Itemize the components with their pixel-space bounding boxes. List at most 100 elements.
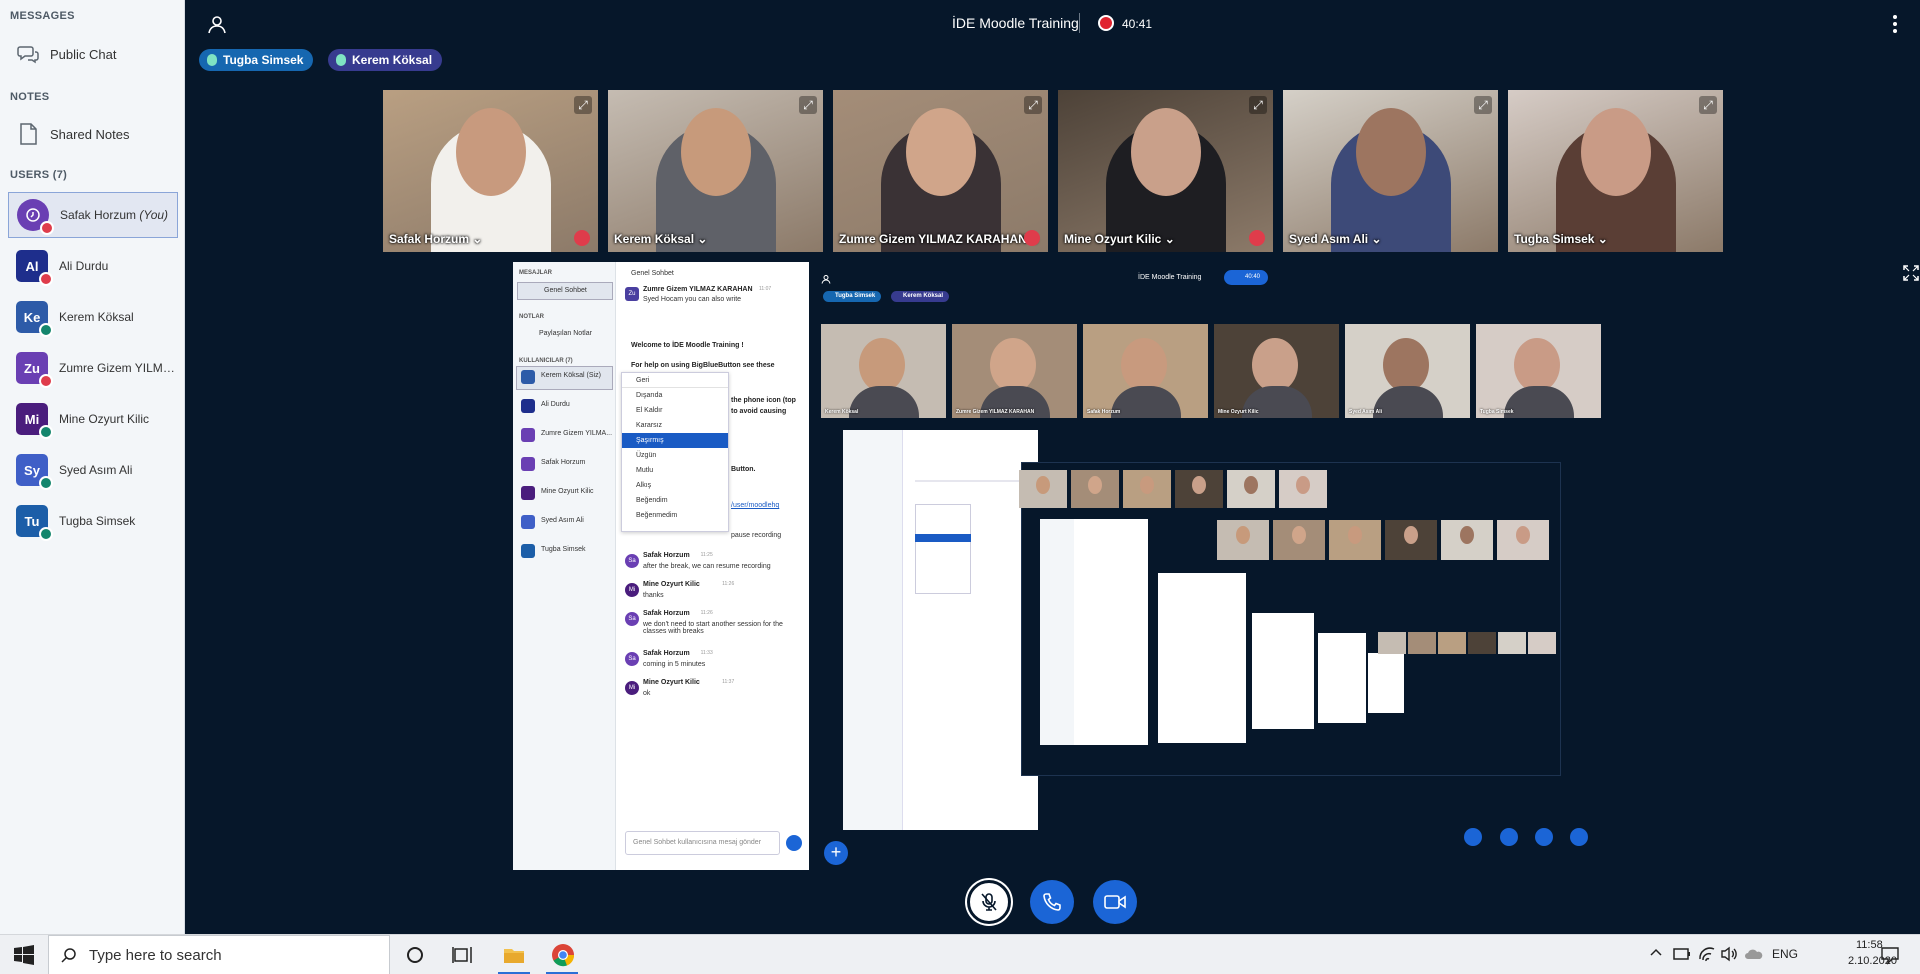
microphone-muted-icon xyxy=(39,272,53,286)
avatar: Ke xyxy=(16,301,53,337)
file-explorer-icon[interactable] xyxy=(502,943,526,967)
ss-user-avatar xyxy=(521,370,535,384)
video-button[interactable] xyxy=(1093,880,1137,924)
video-tile[interactable]: ⤢ Mine Ozyurt Kilic ⌄ xyxy=(1058,90,1273,252)
ss-nested-video-tile: Syed Asım Ali xyxy=(1345,324,1470,418)
expand-icon[interactable]: ⤢ xyxy=(574,96,592,114)
video-user-name[interactable]: Kerem Köksal ⌄ xyxy=(614,232,707,246)
ss-nested-video-tile: Safak Horzum xyxy=(1083,324,1208,418)
user-item[interactable]: Mi Mine Ozyurt Kilic xyxy=(8,396,178,442)
expand-icon[interactable]: ⤢ xyxy=(1699,96,1717,114)
ss-fragment-4: /user/moodlehq xyxy=(731,502,780,509)
avatar-initials: Zu xyxy=(24,360,40,376)
volume-icon[interactable] xyxy=(1720,945,1738,963)
video-user-name[interactable]: Safak Horzum ⌄ xyxy=(389,232,482,246)
user-name: Kerem Köksal xyxy=(59,310,134,324)
ss-user-icon xyxy=(821,275,831,284)
ss-nested-talker-1: Tugba Simsek xyxy=(823,291,882,302)
ss-menu-item: Kararsız xyxy=(636,422,663,429)
ss-user-avatar xyxy=(521,457,535,471)
ss-menu-item: El Kaldır xyxy=(636,407,663,414)
user-item[interactable]: Safak Horzum (You) xyxy=(8,192,178,238)
public-chat-label: Public Chat xyxy=(50,46,117,62)
avatar xyxy=(17,199,54,235)
user-item[interactable]: Al Ali Durdu xyxy=(8,243,178,289)
video-user-name[interactable]: Zumre Gizem YILMAZ KARAHAN ⌄ xyxy=(839,232,1040,246)
microphone-muted-icon xyxy=(1024,230,1040,246)
user-item[interactable]: Zu Zumre Gizem YILMA... xyxy=(8,345,178,391)
user-name: Mine Ozyurt Kilic xyxy=(59,412,150,426)
ss-msg-name: Safak Horzum xyxy=(643,610,690,617)
taskbar-search[interactable]: Type here to search xyxy=(48,935,390,974)
fullscreen-icon[interactable] xyxy=(1903,265,1919,281)
ss-msg-name: Mine Ozyurt Kilic xyxy=(643,581,700,588)
expand-icon[interactable]: ⤢ xyxy=(1249,96,1267,114)
user-item[interactable]: Sy Syed Asım Ali xyxy=(8,447,178,493)
ss-nested-video-tile: Zumre Gizem YILMAZ KARAHAN xyxy=(952,324,1077,418)
nested-screenshare: İDE Moodle Training 40:40 Tugba Simsek K… xyxy=(813,262,1601,870)
screenshare-sidebar: MESAJLAR Genel Sohbet NOTLAR Paylaşılan … xyxy=(513,262,616,870)
clock-time[interactable]: 11:58 xyxy=(1856,939,1883,951)
ss-menu-item: Geri xyxy=(622,373,728,388)
ss-level4-video-tile xyxy=(1329,520,1381,560)
ss-msg-text: we don't need to start another session f… xyxy=(643,621,783,635)
ss-emoji-menu: Geri Dışarıda El Kaldır Kararsız Şaşırmış Üzg… xyxy=(621,372,729,532)
talking-indicator[interactable]: Tugba Simsek xyxy=(199,49,314,71)
user-item[interactable]: Tu Tugba Simsek xyxy=(8,498,178,544)
windows-start-icon[interactable] xyxy=(14,945,34,965)
video-tile[interactable]: ⤢ Kerem Köksal ⌄ xyxy=(608,90,823,252)
tray-chevron-icon[interactable] xyxy=(1648,945,1664,961)
expand-icon[interactable]: ⤢ xyxy=(1474,96,1492,114)
expand-icon[interactable]: ⤢ xyxy=(1024,96,1042,114)
add-action-button[interactable]: + xyxy=(824,841,848,865)
ss-notes-heading: NOTLAR xyxy=(519,314,544,320)
ss-nested-video-name: Safak Horzum xyxy=(1087,409,1121,415)
user-list-toggle-icon[interactable] xyxy=(207,14,227,34)
ss-user-name: Safak Horzum xyxy=(541,459,586,466)
chrome-icon[interactable] xyxy=(551,943,575,967)
expand-icon[interactable]: ⤢ xyxy=(799,96,817,114)
ss-control-button xyxy=(1535,828,1553,846)
task-view-icon[interactable] xyxy=(450,943,474,967)
onedrive-icon[interactable] xyxy=(1744,945,1764,963)
microphone-icon xyxy=(39,425,53,439)
phone-button[interactable] xyxy=(1030,880,1074,924)
user-name: Safak Horzum (You) xyxy=(60,208,169,222)
video-user-name[interactable]: Mine Ozyurt Kilic ⌄ xyxy=(1064,232,1175,246)
ss-level5-video-tile xyxy=(1528,632,1556,654)
ss-msg-time: 11:25 xyxy=(700,552,713,558)
avatar-initials: Al xyxy=(25,258,39,274)
battery-icon[interactable] xyxy=(1672,945,1692,963)
microphone-muted-icon xyxy=(574,230,590,246)
notes-icon xyxy=(16,122,40,146)
language-indicator[interactable]: ENG xyxy=(1772,947,1798,961)
video-tile[interactable]: ⤢ Safak Horzum ⌄ xyxy=(383,90,598,252)
user-item[interactable]: Ke Kerem Köksal xyxy=(8,294,178,340)
cortana-icon[interactable] xyxy=(403,943,427,967)
public-chat-item[interactable]: Public Chat xyxy=(8,32,178,76)
presenter-icon xyxy=(26,208,40,222)
video-tile[interactable]: ⤢ Syed Asım Ali ⌄ xyxy=(1283,90,1498,252)
microphone-muted-icon xyxy=(39,374,53,388)
mute-button[interactable] xyxy=(967,880,1011,924)
video-user-name[interactable]: Tugba Simsek ⌄ xyxy=(1514,232,1608,246)
microphone-muted-icon xyxy=(981,893,997,911)
talking-indicator[interactable]: Kerem Köksal xyxy=(328,49,443,71)
shared-notes-item[interactable]: Shared Notes xyxy=(8,112,178,156)
ss-level5-video-tile xyxy=(1438,632,1466,654)
wifi-icon[interactable] xyxy=(1698,945,1716,963)
video-user-name[interactable]: Syed Asım Ali ⌄ xyxy=(1289,232,1382,246)
ss-menu-item: Alkış xyxy=(636,482,652,489)
ss-msg-avatar: Mi xyxy=(625,681,639,695)
ss-msg-time: 11:07 xyxy=(759,286,772,292)
ss-level5-video-tile xyxy=(1408,632,1436,654)
video-tile[interactable]: ⤢ Tugba Simsek ⌄ xyxy=(1508,90,1723,252)
notes-heading: NOTES xyxy=(10,91,50,103)
recording-icon[interactable] xyxy=(1098,15,1114,31)
video-tile[interactable]: ⤢ Zumre Gizem YILMAZ KARAHAN ⌄ xyxy=(833,90,1048,252)
options-menu-icon[interactable] xyxy=(1892,14,1898,34)
ss-help: For help on using BigBlueButton see thes… xyxy=(631,362,775,369)
talker-name: Tugba Simsek xyxy=(223,53,304,67)
messages-heading: MESSAGES xyxy=(10,10,75,22)
notifications-icon[interactable] xyxy=(1880,945,1900,965)
